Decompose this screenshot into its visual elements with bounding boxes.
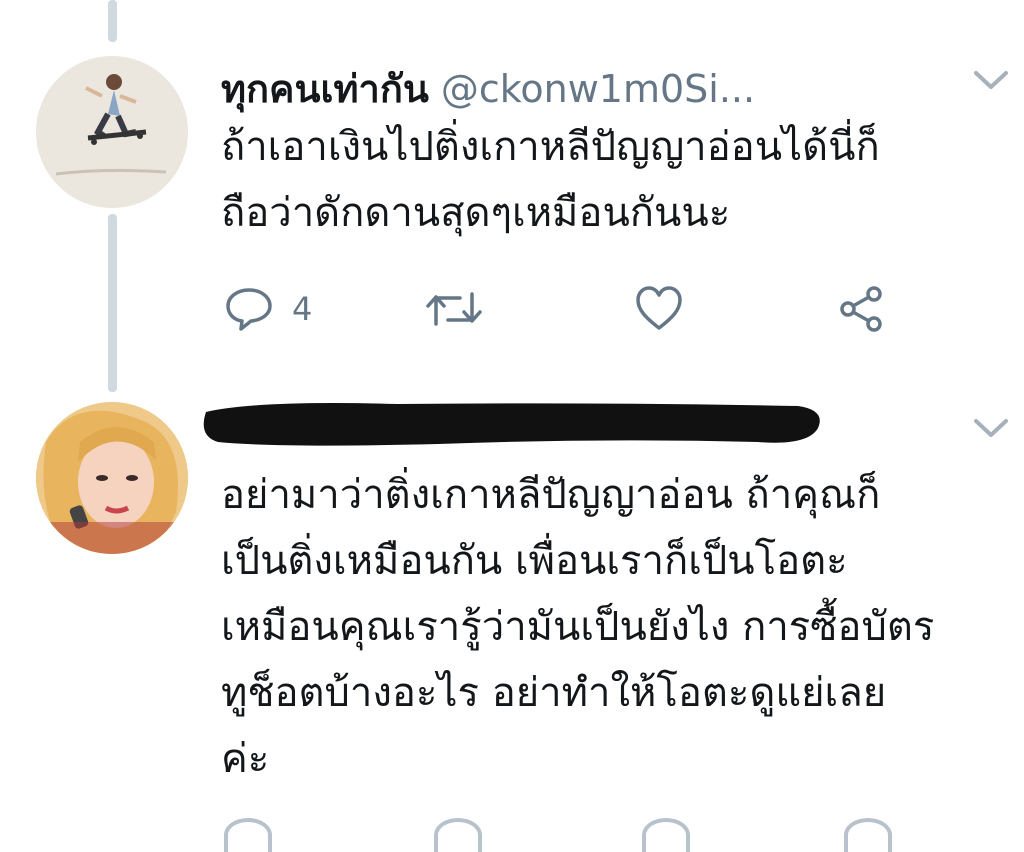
avatar[interactable] bbox=[36, 402, 188, 554]
retweet-icon[interactable] bbox=[434, 818, 482, 852]
share-button[interactable] bbox=[836, 284, 886, 334]
avatar-image bbox=[36, 56, 188, 208]
avatar-image bbox=[36, 402, 188, 554]
share-icon bbox=[840, 286, 882, 332]
tweet-text: อย่ามาว่าติ่งเกาหลีปัญญาอ่อน ถ้าคุณก็ เป… bbox=[221, 472, 935, 782]
tweet-actions-partial bbox=[224, 818, 904, 852]
share-icon[interactable] bbox=[844, 818, 892, 852]
heart-icon bbox=[636, 286, 682, 330]
retweet-button[interactable] bbox=[424, 284, 484, 334]
display-name[interactable]: ทุกคนเท่ากัน bbox=[221, 58, 429, 119]
reply-icon[interactable] bbox=[224, 818, 272, 852]
thread-line-top bbox=[108, 0, 117, 42]
retweet-icon bbox=[426, 292, 482, 326]
heart-icon[interactable] bbox=[642, 818, 690, 852]
tweet-text: ถ้าเอาเงินไปติ่งเกาหลีปัญญาอ่อนได้นี่ก็ … bbox=[221, 124, 880, 236]
redacted-username bbox=[203, 403, 820, 446]
thread-line-middle bbox=[108, 214, 117, 392]
reply-button[interactable]: 4 bbox=[224, 284, 312, 334]
user-handle[interactable]: @ckonw1m0Si... bbox=[441, 67, 755, 111]
tweet-header: ทุกคนเท่ากัน @ckonw1m0Si... bbox=[221, 58, 755, 119]
like-button[interactable] bbox=[634, 284, 684, 334]
tweet-actions: 4 bbox=[224, 284, 904, 334]
chevron-down-icon[interactable] bbox=[972, 416, 1010, 440]
chevron-down-icon[interactable] bbox=[972, 68, 1010, 92]
reply-icon bbox=[226, 288, 272, 331]
reply-count: 4 bbox=[292, 290, 313, 328]
avatar[interactable] bbox=[36, 56, 188, 208]
